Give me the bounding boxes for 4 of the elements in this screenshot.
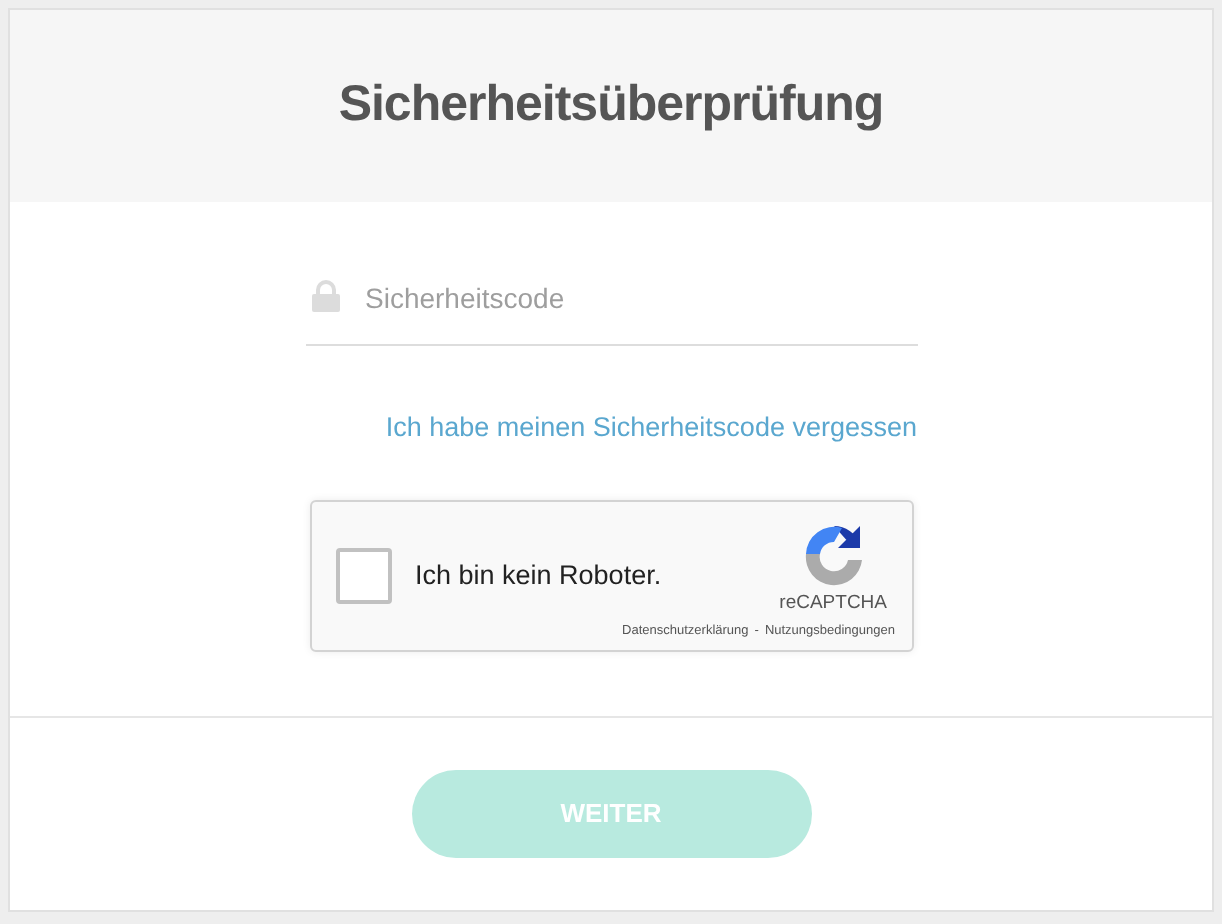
recaptcha-brand: reCAPTCHA <box>779 590 887 619</box>
dialog-title: Sicherheitsüberprüfung <box>338 74 884 137</box>
captcha-label: Ich bin kein Roboter. <box>415 558 664 595</box>
security-code-field[interactable]: Sicherheitscode <box>305 250 917 346</box>
